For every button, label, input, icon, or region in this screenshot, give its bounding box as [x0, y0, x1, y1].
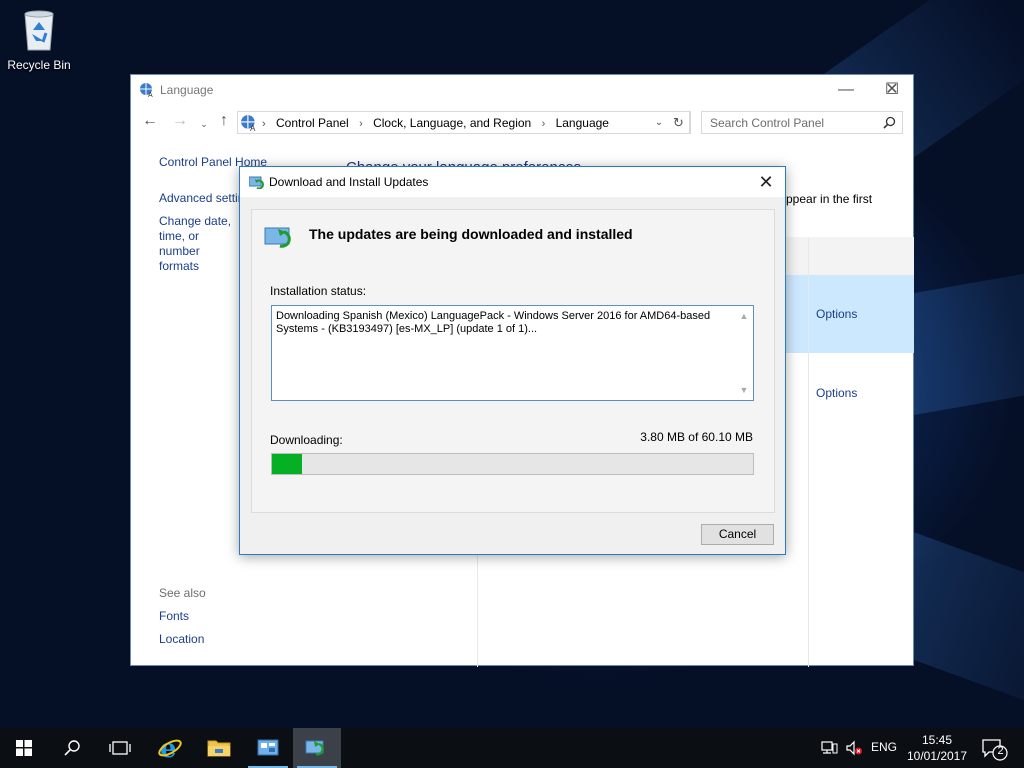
- notification-count: 2: [997, 745, 1004, 757]
- installation-status-label: Installation status:: [270, 284, 367, 298]
- language-icon: A: [139, 82, 155, 101]
- clock-time: 15:45: [921, 733, 953, 747]
- back-arrow-icon[interactable]: ←: [140, 113, 160, 131]
- control-panel-icon: A: [240, 114, 258, 135]
- recycle-bin-icon: [24, 10, 54, 51]
- notification-icon: [982, 739, 1008, 761]
- windows-update-icon: [248, 175, 265, 192]
- breadcrumb-separator-icon: ›: [541, 118, 546, 130]
- search-icon[interactable]: [883, 116, 896, 132]
- search-box[interactable]: [701, 111, 903, 134]
- see-also-title: See also: [159, 586, 206, 600]
- close-window-button[interactable]: ✕: [869, 75, 915, 105]
- dialog-close-button[interactable]: ✕: [751, 167, 781, 197]
- breadcrumb: › Control Panel › Clock, Language, and R…: [262, 116, 609, 130]
- scroll-up-icon[interactable]: ▲: [739, 311, 749, 321]
- svg-text:A: A: [250, 124, 256, 132]
- fonts-link[interactable]: Fonts: [159, 609, 189, 623]
- downloading-label: Downloading:: [270, 433, 343, 447]
- search-taskbar-button[interactable]: [48, 728, 96, 768]
- start-button[interactable]: [0, 728, 48, 768]
- windows-update-large-icon: [264, 224, 298, 253]
- recycle-bin-label: Recycle Bin: [7, 58, 71, 72]
- navigation-bar: ← → ⌄ ↑ A › Control Panel › Clock, Langu…: [131, 109, 913, 135]
- minimize-sym: [823, 75, 869, 105]
- taskbar-clock[interactable]: 15:45 10/01/2017: [900, 732, 974, 764]
- up-arrow-icon[interactable]: ↑: [214, 113, 234, 131]
- download-amount: 3.80 MB of 60.10 MB: [640, 430, 753, 444]
- download-install-updates-dialog: Download and Install Updates ✕ The updat…: [239, 166, 786, 555]
- column-divider: [808, 237, 809, 667]
- installation-status-textbox[interactable]: Downloading Spanish (Mexico) LanguagePac…: [271, 305, 754, 401]
- internet-explorer-icon: e: [158, 735, 182, 761]
- breadcrumb-separator-icon: ›: [359, 118, 363, 130]
- svg-text:A: A: [148, 92, 153, 98]
- breadcrumb-language[interactable]: Language: [556, 116, 609, 130]
- download-progress-bar: [271, 453, 754, 475]
- window-titlebar[interactable]: A Language — ☐: [131, 75, 913, 105]
- language-options-link[interactable]: Options: [816, 307, 857, 321]
- refresh-icon[interactable]: ↻: [668, 111, 690, 134]
- folder-icon: [207, 740, 231, 757]
- language-options-link[interactable]: Options: [816, 386, 857, 400]
- task-view-icon: [109, 741, 131, 755]
- taskbar: e ENG 15:45 10/01/2017 2: [0, 728, 1024, 768]
- breadcrumb-clock-language-region[interactable]: Clock, Language, and Region: [373, 116, 531, 130]
- taskbar-search-icon: [64, 740, 80, 756]
- windows-update-taskbar-icon: [305, 740, 324, 756]
- window-title: Language: [160, 83, 214, 97]
- address-dropdown-icon[interactable]: ⌄: [652, 115, 666, 131]
- action-center-button[interactable]: 2: [980, 736, 1010, 762]
- network-icon[interactable]: [818, 728, 840, 768]
- installation-status-text: Downloading Spanish (Mexico) LanguagePac…: [276, 310, 711, 335]
- clock-date: 10/01/2017: [906, 749, 968, 763]
- control-panel-taskbar-button[interactable]: [244, 728, 292, 768]
- dialog-heading: The updates are being downloaded and ins…: [309, 226, 633, 242]
- dialog-title: Download and Install Updates: [269, 175, 429, 189]
- recycle-bin-shortcut[interactable]: Recycle Bin: [4, 8, 74, 78]
- breadcrumb-control-panel[interactable]: Control Panel: [276, 116, 349, 130]
- download-progress-fill: [272, 454, 303, 474]
- change-date-time-formats-link[interactable]: Change date, time, or number formats: [159, 214, 241, 274]
- location-link[interactable]: Location: [159, 632, 204, 646]
- dialog-content-panel: The updates are being downloaded and ins…: [251, 209, 775, 513]
- volume-muted-icon[interactable]: [843, 728, 865, 768]
- recent-locations-chevron-icon[interactable]: ⌄: [194, 116, 214, 134]
- task-view-button[interactable]: [96, 728, 144, 768]
- breadcrumb-separator-icon: ›: [262, 118, 266, 130]
- windows-logo-icon: [16, 740, 32, 756]
- file-explorer-button[interactable]: [195, 728, 243, 768]
- search-input[interactable]: [710, 113, 880, 132]
- internet-explorer-button[interactable]: e: [146, 728, 194, 768]
- forward-arrow-icon[interactable]: →: [170, 113, 190, 131]
- dialog-titlebar[interactable]: Download and Install Updates ✕: [240, 167, 785, 197]
- windows-update-taskbar-button[interactable]: [293, 728, 341, 768]
- control-panel-taskbar-icon: [257, 739, 279, 756]
- address-bar[interactable]: A › Control Panel › Clock, Language, and…: [237, 111, 691, 134]
- page-description: ppear in the first: [786, 192, 873, 206]
- cancel-button[interactable]: Cancel: [701, 524, 774, 545]
- scroll-down-icon[interactable]: ▼: [739, 385, 749, 395]
- input-language-indicator[interactable]: ENG: [871, 740, 897, 754]
